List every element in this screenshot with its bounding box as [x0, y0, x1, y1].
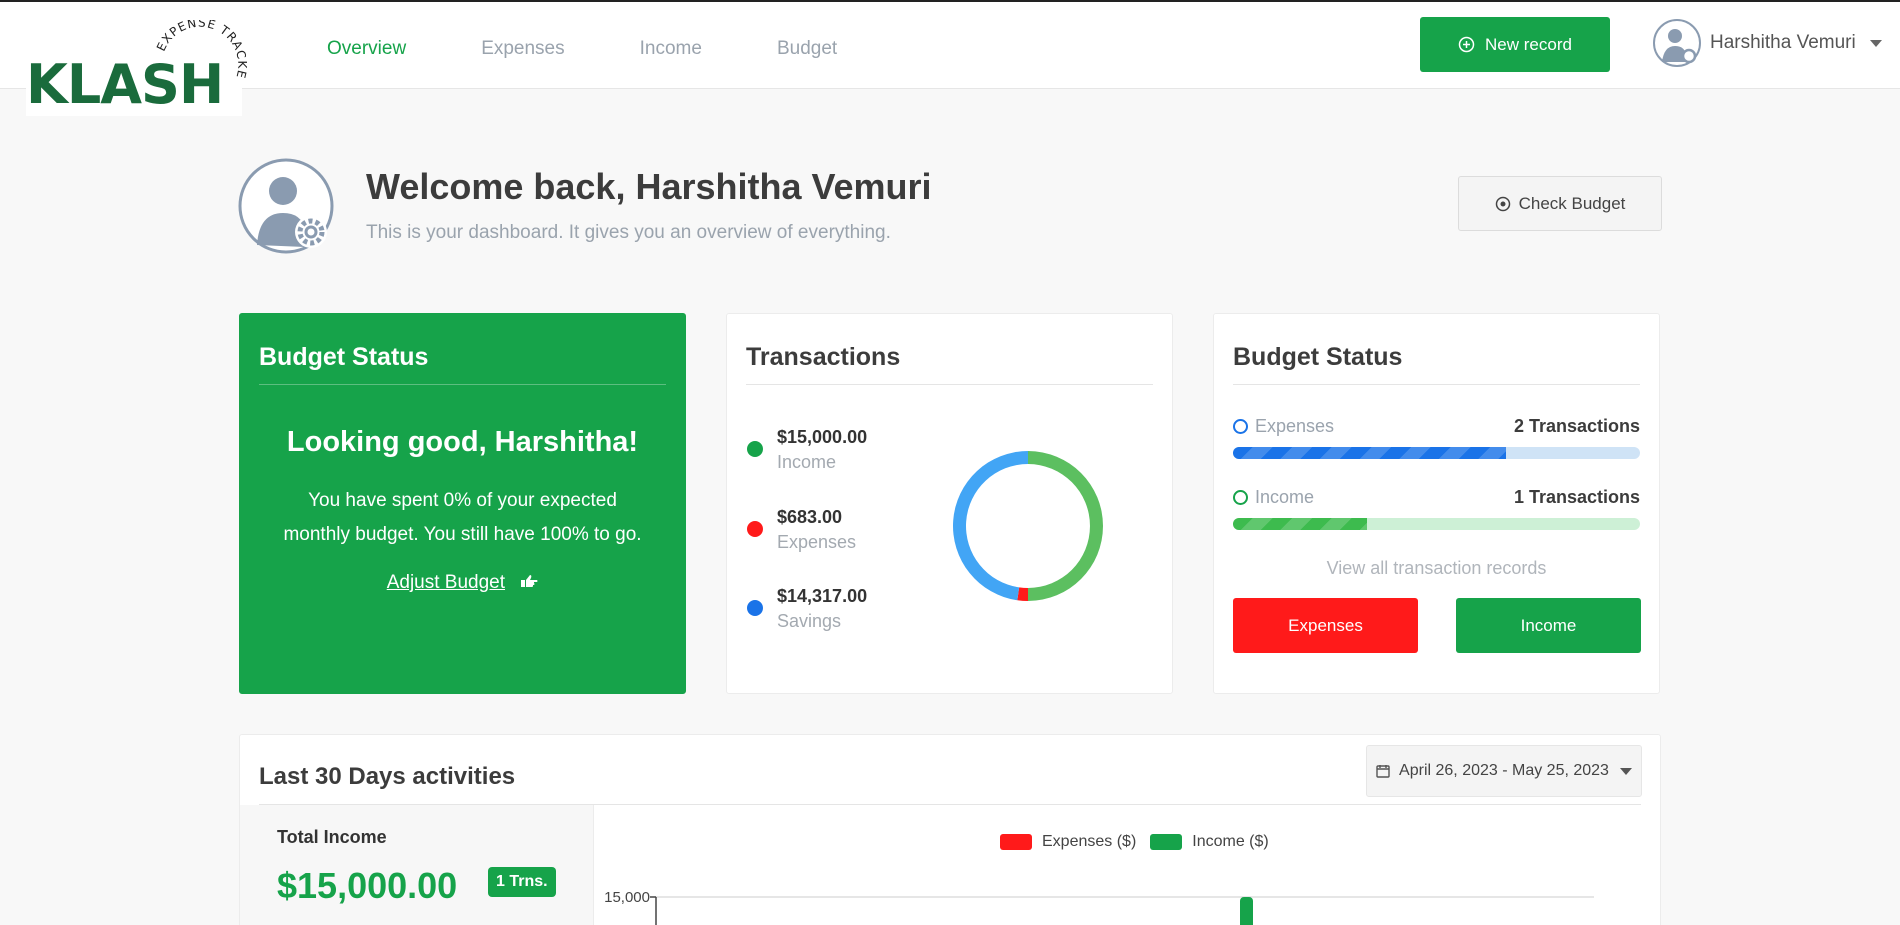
income-progress-track	[1233, 518, 1640, 530]
total-income-panel: Total Income $15,000.00 1 Trns.	[240, 805, 594, 925]
klash-logo[interactable]: EXPENSE TRACKER KLASH	[26, 20, 248, 116]
budget-message: You have spent 0% of your expected month…	[283, 490, 642, 545]
welcome-avatar	[238, 158, 334, 254]
income-progress: Income 1 Transactions	[1233, 487, 1640, 530]
budget-status-card: Budget Status Looking good, Harshitha! Y…	[239, 313, 686, 694]
activity-panel: Last 30 Days activities April 26, 2023 -…	[239, 734, 1661, 925]
user-menu[interactable]: Harshitha Vemuri	[1652, 18, 1882, 68]
activity-bar-chart: 15,000	[604, 889, 1594, 925]
income-progress-fill	[1233, 518, 1368, 530]
page-subtitle: This is your dashboard. It gives you an …	[366, 222, 891, 243]
donut-slice-income[interactable]	[1028, 451, 1103, 601]
nav-budget[interactable]: Budget	[777, 38, 837, 60]
calendar-icon	[1376, 765, 1390, 778]
expenses-progress-track	[1233, 447, 1640, 459]
legend-income-swatch[interactable]	[1150, 834, 1183, 850]
savings-summary: $14,317.00 Savings	[747, 586, 867, 632]
savings-amount: $14,317.00	[777, 586, 868, 606]
total-income-label: Total Income	[277, 827, 387, 847]
pointing-hand-icon	[521, 575, 538, 587]
activity-title: Last 30 Days activities	[259, 763, 516, 790]
nav-overview[interactable]: Overview	[327, 38, 406, 60]
expenses-button[interactable]: Expenses	[1233, 598, 1418, 653]
donut-slice-savings[interactable]	[952, 451, 1028, 601]
donut-slice-expenses[interactable]	[1017, 587, 1028, 601]
expenses-amount: $683.00	[777, 507, 843, 527]
transactions-count-badge: 1 Trns.	[488, 867, 556, 897]
page-title: Welcome back, Harshitha Vemuri	[366, 166, 932, 207]
transactions-donut-chart[interactable]	[940, 438, 1116, 614]
income-amount: $15,000.00	[777, 427, 868, 447]
divider	[259, 384, 666, 385]
chevron-down-icon	[1869, 39, 1882, 47]
user-name: Harshitha Vemuri	[1710, 32, 1856, 53]
divider	[1233, 384, 1640, 385]
legend-income-label: Income ($)	[1192, 833, 1269, 850]
expenses-label: Expenses	[777, 532, 857, 552]
budget-progress-title: Budget Status	[1233, 343, 1403, 371]
adjust-budget-link[interactable]: Adjust Budget	[387, 572, 505, 593]
transactions-title: Transactions	[746, 343, 901, 371]
user-avatar-icon	[1653, 19, 1701, 67]
view-all-transactions-link[interactable]: View all transaction records	[1214, 558, 1659, 579]
income-button[interactable]: Income	[1456, 598, 1641, 653]
income-bar[interactable]	[1240, 897, 1253, 925]
expenses-summary: $683.00 Expenses	[747, 507, 856, 553]
transactions-card: Transactions $15,000.00 Income $683.00 E…	[726, 313, 1173, 694]
legend-expenses-label: Expenses ($)	[1042, 833, 1137, 850]
logo-wordmark: KLASH	[26, 53, 224, 116]
main-nav: Overview Expenses Income Budget	[327, 38, 912, 60]
expenses-count: 2 Transactions	[1513, 416, 1640, 436]
budget-card-title: Budget Status	[259, 343, 429, 371]
activity-chart-legend: Expenses ($) Income ($)	[1000, 833, 1269, 851]
expenses-ring-icon	[1233, 419, 1248, 434]
expenses-progress-label: Expenses	[1255, 416, 1335, 436]
check-budget-button[interactable]: Check Budget	[1458, 176, 1662, 231]
y-tick-label: 15,000	[604, 889, 650, 906]
savings-dot	[747, 600, 763, 616]
nav-expenses[interactable]: Expenses	[481, 38, 564, 60]
date-range-value: April 26, 2023 - May 25, 2023	[1399, 762, 1609, 779]
top-navbar: EXPENSE TRACKER KLASH Overview Expenses …	[0, 2, 1900, 116]
income-ring-icon	[1233, 490, 1248, 505]
target-icon	[1495, 196, 1510, 211]
income-label: Income	[777, 452, 837, 472]
expenses-progress-fill	[1233, 447, 1506, 459]
plus-circle-icon	[1458, 36, 1475, 53]
expenses-dot	[747, 521, 763, 537]
legend-expenses-swatch[interactable]	[1000, 834, 1032, 850]
income-progress-label: Income	[1255, 487, 1315, 507]
nav-income[interactable]: Income	[640, 38, 702, 60]
adjust-budget: Adjust Budget	[240, 572, 685, 594]
income-count: 1 Transactions	[1513, 487, 1640, 507]
new-record-label: New record	[1485, 34, 1572, 54]
budget-headline: Looking good, Harshitha!	[286, 426, 639, 458]
income-summary: $15,000.00 Income	[747, 427, 867, 473]
date-range-picker[interactable]: April 26, 2023 - May 25, 2023	[1366, 745, 1642, 797]
chevron-down-icon	[1619, 767, 1632, 775]
total-income-amount: $15,000.00	[277, 865, 458, 906]
budget-progress-card: Budget Status Expenses 2 Transactions In…	[1213, 313, 1660, 694]
new-record-button[interactable]: New record	[1420, 17, 1610, 72]
income-dot	[747, 441, 763, 457]
check-budget-label: Check Budget	[1518, 193, 1626, 213]
expenses-progress: Expenses 2 Transactions	[1233, 416, 1640, 459]
divider	[746, 384, 1153, 385]
savings-label: Savings	[777, 611, 842, 631]
